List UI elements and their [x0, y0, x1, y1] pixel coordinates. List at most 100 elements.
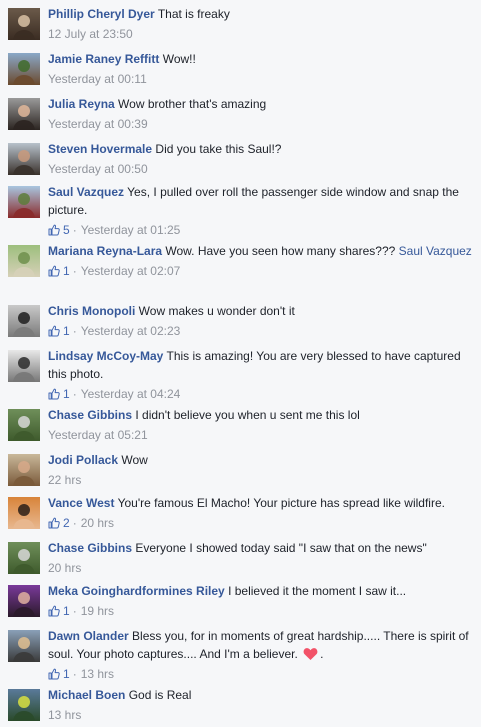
comment-text: Did you take this Saul!? — [155, 142, 282, 156]
comment-meta: 13 hrs — [48, 706, 475, 724]
comment-body: Jamie Raney Reffitt Wow!! Yesterday at 00… — [48, 50, 475, 88]
photo-runner-icon[interactable] — [8, 689, 40, 721]
photo-sunglasses-icon[interactable] — [8, 630, 40, 662]
photo-motorcycle-icon[interactable] — [8, 305, 40, 337]
comment-timestamp[interactable]: Yesterday at 04:24 — [81, 387, 181, 401]
comment-text-line: Chase Gibbins Everyone I showed today sa… — [48, 539, 475, 557]
comment-text-line: Michael Boen God is Real — [48, 686, 475, 704]
like-thumb-icon — [48, 224, 60, 236]
meta-separator: · — [72, 223, 77, 237]
photo-couple-icon[interactable] — [8, 8, 40, 40]
comment-author-link[interactable]: Saul Vazquez — [48, 185, 124, 199]
like-count-button[interactable]: 1 — [48, 322, 70, 340]
meta-separator: · — [72, 264, 77, 278]
like-count-button[interactable]: 1 — [48, 665, 70, 683]
comment-text: God is Real — [128, 688, 192, 702]
meta-separator: · — [72, 387, 77, 401]
like-count-button[interactable]: 1 — [48, 385, 70, 403]
comment-body: Chase Gibbins I didn't believe you when … — [48, 406, 475, 444]
meta-separator: · — [72, 604, 77, 618]
comment-timestamp[interactable]: Yesterday at 05:21 — [48, 428, 148, 442]
photo-truck-icon[interactable] — [8, 409, 40, 441]
comment-timestamp[interactable]: Yesterday at 02:23 — [81, 324, 181, 338]
photo-woman-icon[interactable] — [8, 98, 40, 130]
like-count: 1 — [63, 604, 70, 618]
photo-path-icon[interactable] — [8, 245, 40, 277]
comment-meta: 22 hrs — [48, 471, 475, 489]
comment-timestamp[interactable]: 13 hrs — [81, 667, 114, 681]
photo-purple-portrait-icon[interactable] — [8, 585, 40, 617]
comment-meta: 1 · Yesterday at 02:23 — [48, 322, 475, 340]
comment-timestamp[interactable]: 20 hrs — [48, 561, 81, 575]
comment-author-link[interactable]: Steven Hovermale — [48, 142, 152, 156]
comment-timestamp[interactable]: 13 hrs — [48, 708, 81, 722]
comment-timestamp[interactable]: Yesterday at 01:25 — [81, 223, 181, 237]
comment-body: Vance West You're famous El Macho! Your … — [48, 494, 475, 532]
like-count-button[interactable]: 5 — [48, 221, 70, 239]
comment-timestamp[interactable]: 20 hrs — [81, 516, 114, 530]
comment-author-link[interactable]: Lindsay McCoy-May — [48, 349, 163, 363]
like-count-button[interactable]: 1 — [48, 602, 70, 620]
comment-meta: 20 hrs — [48, 559, 475, 577]
like-count: 2 — [63, 516, 70, 530]
comment-meta: 2 · 20 hrs — [48, 514, 475, 532]
comment-body: Meka Goinghardformines Riley I believed … — [48, 582, 475, 620]
photo-farm-icon[interactable] — [8, 53, 40, 85]
comment-text-line: Meka Goinghardformines Riley I believed … — [48, 582, 475, 600]
comment-author-link[interactable]: Meka Goinghardformines Riley — [48, 584, 225, 598]
comment-author-link[interactable]: Chris Monopoli — [48, 304, 135, 318]
comment-text-line: Chris Monopoli Wow makes u wonder don't … — [48, 302, 475, 320]
comment-meta: Yesterday at 05:21 — [48, 426, 475, 444]
comment-author-link[interactable]: Vance West — [48, 496, 114, 510]
photo-couple-sunset-icon[interactable] — [8, 497, 40, 529]
comment-author-link[interactable]: Chase Gibbins — [48, 541, 132, 555]
comment-timestamp[interactable]: 22 hrs — [48, 473, 81, 487]
comment-timestamp[interactable]: 19 hrs — [81, 604, 114, 618]
like-thumb-icon — [48, 265, 60, 277]
comment-text: I didn't believe you when u sent me this… — [135, 408, 360, 422]
comment-body: Saul Vazquez Yes, I pulled over roll the… — [48, 183, 475, 239]
comment-text-line: Vance West You're famous El Macho! Your … — [48, 494, 475, 512]
comment-author-link[interactable]: Phillip Cheryl Dyer — [48, 7, 155, 21]
photo-man-icon[interactable] — [8, 143, 40, 175]
like-count-button[interactable]: 2 — [48, 514, 70, 532]
comment-timestamp[interactable]: Yesterday at 00:39 — [48, 117, 148, 131]
comment-body: Steven Hovermale Did you take this Saul!… — [48, 140, 475, 178]
comment-meta: 1 · 19 hrs — [48, 602, 475, 620]
photo-woman-glasses-icon[interactable] — [8, 454, 40, 486]
comment-timestamp[interactable]: Yesterday at 00:11 — [48, 72, 147, 86]
comment-body: Phillip Cheryl Dyer That is freaky 12 Jul… — [48, 5, 475, 43]
comment-author-link[interactable]: Jodi Pollack — [48, 453, 118, 467]
comment-text-line: Steven Hovermale Did you take this Saul!… — [48, 140, 475, 158]
photo-truck-icon[interactable] — [8, 542, 40, 574]
comment-meta: Yesterday at 00:11 — [48, 70, 475, 88]
like-thumb-icon — [48, 325, 60, 337]
comment-body: Jodi Pollack Wow 22 hrs — [48, 451, 475, 489]
comment-meta: Yesterday at 00:50 — [48, 160, 475, 178]
comment-text-line: Saul Vazquez Yes, I pulled over roll the… — [48, 183, 475, 219]
mention-link[interactable]: Saul Vazquez — [399, 244, 472, 258]
comment-author-link[interactable]: Chase Gibbins — [48, 408, 132, 422]
comment-text: I believed it the moment I saw it... — [228, 584, 407, 598]
comment-author-link[interactable]: Mariana Reyna-Lara — [48, 244, 162, 258]
comment-timestamp[interactable]: 12 July at 23:50 — [48, 27, 133, 41]
like-count: 1 — [63, 387, 70, 401]
comment-text-line: Dawn Olander Bless you, for in moments o… — [48, 627, 475, 663]
meta-separator: · — [72, 667, 77, 681]
photo-bw-portrait-icon[interactable] — [8, 350, 40, 382]
comment-author-link[interactable]: Julia Reyna — [48, 97, 115, 111]
comment-author-link[interactable]: Michael Boen — [48, 688, 125, 702]
comment-text-tail: . — [320, 647, 324, 661]
comment-text: Wow makes u wonder don't it — [138, 304, 295, 318]
comment-body: Mariana Reyna-Lara Wow. Have you seen ho… — [48, 242, 475, 280]
comment-list: Phillip Cheryl Dyer That is freaky 12 Jul… — [0, 0, 481, 727]
comment-meta: 5 · Yesterday at 01:25 — [48, 221, 475, 239]
comment-author-link[interactable]: Jamie Raney Reffitt — [48, 52, 159, 66]
comment-timestamp[interactable]: Yesterday at 02:07 — [81, 264, 181, 278]
comment-text: That is freaky — [157, 7, 230, 21]
comment-timestamp[interactable]: Yesterday at 00:50 — [48, 162, 148, 176]
like-thumb-icon — [48, 668, 60, 680]
like-count-button[interactable]: 1 — [48, 262, 70, 280]
photo-car-icon[interactable] — [8, 186, 40, 218]
comment-author-link[interactable]: Dawn Olander — [48, 629, 129, 643]
